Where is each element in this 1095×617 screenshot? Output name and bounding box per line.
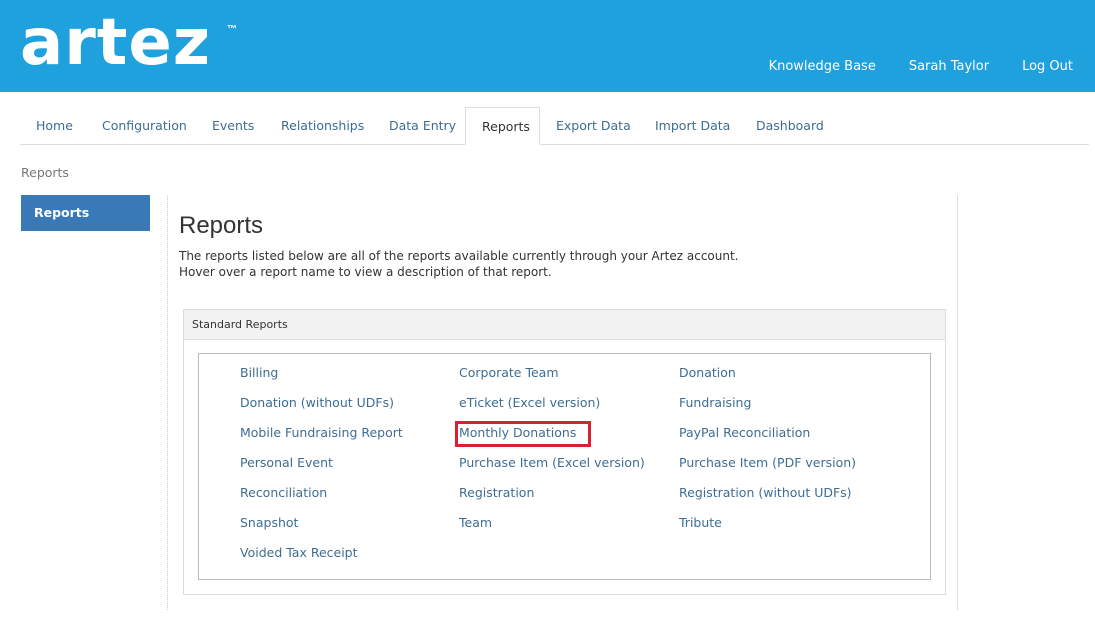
knowledge-base-link[interactable]: Knowledge Base [769,59,876,74]
tab-reports[interactable]: Reports [465,107,540,145]
breadcrumb: Reports [21,165,69,180]
tab-relationships[interactable]: Relationships [265,107,380,145]
highlight-annotation-box [455,421,591,447]
tab-data-entry[interactable]: Data Entry [373,107,472,145]
tab-dashboard[interactable]: Dashboard [740,107,840,145]
logo-trademark: ™ [227,24,237,35]
header-bar: artez ™ Knowledge Base Sarah Taylor Log … [0,0,1095,92]
content-divider-right [957,195,958,610]
intro-text: The reports listed below are all of the … [179,248,739,280]
report-link-voided-tax-receipt[interactable]: Voided Tax Receipt [240,545,358,560]
intro-line-1: The reports listed below are all of the … [179,249,739,263]
report-link-fundraising[interactable]: Fundraising [679,395,751,410]
panel-heading: Standard Reports [184,310,945,340]
tab-export-data[interactable]: Export Data [540,107,647,145]
sidebar-item-reports[interactable]: Reports [21,195,150,231]
report-link-eticket-excel[interactable]: eTicket (Excel version) [459,395,600,410]
report-link-mobile-fundraising[interactable]: Mobile Fundraising Report [240,425,403,440]
main-nav-tabs: Home Configuration Events Relationships … [20,107,1089,145]
report-link-paypal-reconciliation[interactable]: PayPal Reconciliation [679,425,810,440]
tab-home[interactable]: Home [20,107,89,145]
report-link-registration[interactable]: Registration [459,485,534,500]
log-out-link[interactable]: Log Out [1022,59,1073,74]
report-link-corporate-team[interactable]: Corporate Team [459,365,559,380]
tab-configuration[interactable]: Configuration [86,107,203,145]
report-link-donation-without-udfs[interactable]: Donation (without UDFs) [240,395,394,410]
report-link-billing[interactable]: Billing [240,365,278,380]
report-link-team[interactable]: Team [459,515,492,530]
report-link-tribute[interactable]: Tribute [679,515,722,530]
artez-logo[interactable]: artez ™ [20,8,250,84]
report-link-registration-without-udfs[interactable]: Registration (without UDFs) [679,485,852,500]
report-link-purchase-item-pdf[interactable]: Purchase Item (PDF version) [679,455,856,470]
user-name-link[interactable]: Sarah Taylor [909,59,989,74]
intro-line-2: Hover over a report name to view a descr… [179,265,552,279]
report-link-snapshot[interactable]: Snapshot [240,515,298,530]
report-link-personal-event[interactable]: Personal Event [240,455,333,470]
report-link-purchase-item-excel[interactable]: Purchase Item (Excel version) [459,455,645,470]
page-title: Reports [179,212,264,239]
header-links: Knowledge Base Sarah Taylor Log Out [736,59,1073,74]
tab-import-data[interactable]: Import Data [639,107,746,145]
content-divider-left [167,195,168,610]
report-link-donation[interactable]: Donation [679,365,736,380]
report-link-reconciliation[interactable]: Reconciliation [240,485,327,500]
tab-events[interactable]: Events [196,107,270,145]
logo-wordmark: artez [20,6,211,80]
